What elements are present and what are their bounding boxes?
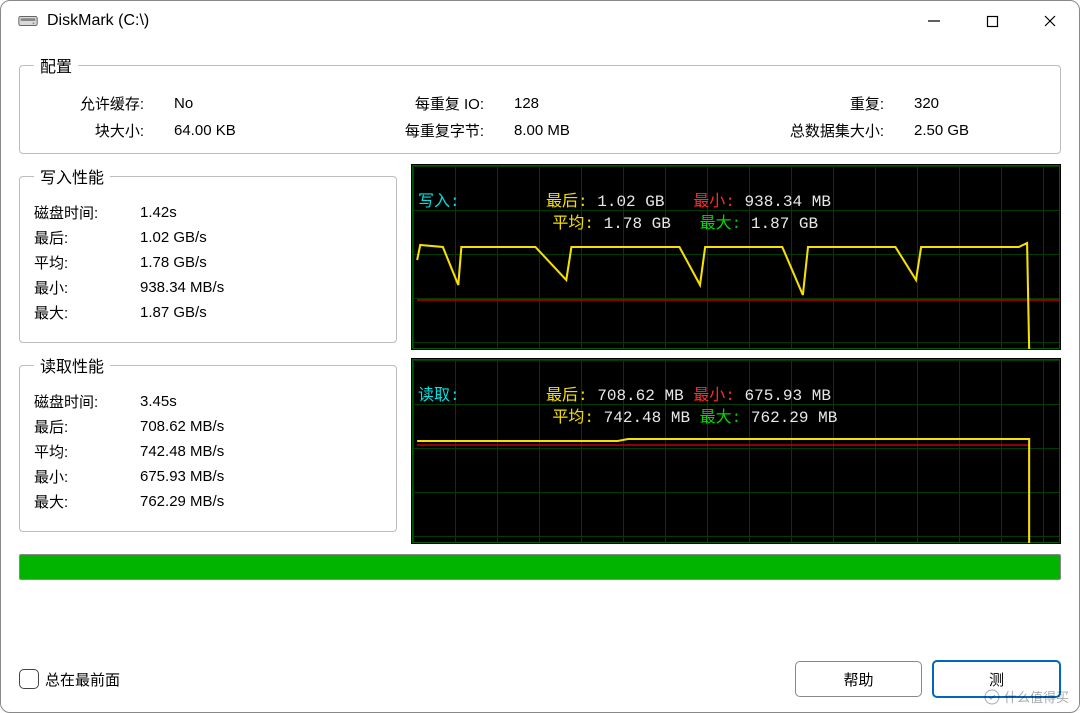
write-graph-max-l: 最大: (700, 213, 742, 235)
always-on-top-label[interactable]: 总在最前面 (45, 669, 120, 690)
io-label: 每重复 IO: (324, 93, 484, 114)
config-legend: 配置 (34, 53, 78, 77)
write-disktime-value: 1.42s (140, 204, 177, 221)
cache-value: No (174, 95, 324, 112)
write-graph-min-l: 最小: (693, 191, 735, 213)
progress-bar (19, 554, 1061, 580)
repeat-label: 重复: (664, 93, 884, 114)
dataset-value: 2.50 GB (914, 122, 1034, 139)
watermark: 什么值得买 (984, 687, 1069, 706)
write-disktime-label: 磁盘时间: (34, 202, 124, 223)
read-graph-min-v: 675.93 MB (745, 385, 831, 407)
minimize-button[interactable] (905, 1, 963, 41)
write-last-value: 1.02 GB/s (140, 229, 207, 246)
write-graph-avg-v: 1.78 GB (604, 213, 671, 235)
bytes-value: 8.00 MB (514, 122, 664, 139)
read-stats-group: 读取性能 磁盘时间: 3.45s 最后: 708.62 MB/s 平均: 742.48… (19, 353, 397, 532)
thumb-icon (984, 689, 1000, 705)
read-graph-max-v: 762.29 MB (751, 407, 837, 429)
read-disktime-label: 磁盘时间: (34, 391, 124, 412)
write-avg-value: 1.78 GB/s (140, 254, 207, 271)
block-label: 块大小: (34, 120, 144, 141)
write-avg-label: 平均: (34, 252, 124, 273)
read-min-label: 最小: (34, 466, 124, 487)
read-avg-value: 742.48 MB/s (140, 443, 224, 460)
write-graph-avg-l: 平均: (552, 213, 594, 235)
cache-label: 允许缓存: (34, 93, 144, 114)
always-on-top-checkbox[interactable] (19, 669, 39, 689)
write-graph-last-v: 1.02 GB (597, 191, 664, 213)
write-graph-max-v: 1.87 GB (751, 213, 818, 235)
read-graph: 读取: 最后: 708.62 MB 最小: 675.93 MB 平均: 742.… (411, 358, 1061, 544)
write-graph-name: 写入: (418, 191, 460, 213)
read-max-value: 762.29 MB/s (140, 493, 224, 510)
write-stats-group: 写入性能 磁盘时间: 1.42s 最后: 1.02 GB/s 平均: 1.78 GB/… (19, 164, 397, 343)
write-legend: 写入性能 (34, 164, 110, 188)
write-graph-last-l: 最后: (546, 191, 588, 213)
maximize-button[interactable] (963, 1, 1021, 41)
read-max-label: 最大: (34, 491, 124, 512)
bytes-label: 每重复字节: (324, 120, 484, 141)
titlebar[interactable]: DiskMark (C:\) (1, 1, 1079, 41)
io-value: 128 (514, 95, 664, 112)
read-avg-label: 平均: (34, 441, 124, 462)
read-graph-name: 读取: (418, 385, 460, 407)
read-graph-avg-l: 平均: (552, 407, 594, 429)
close-button[interactable] (1021, 1, 1079, 41)
write-graph-min-v: 938.34 MB (745, 191, 831, 213)
write-last-label: 最后: (34, 227, 124, 248)
read-graph-max-l: 最大: (700, 407, 742, 429)
config-group: 配置 允许缓存: No 每重复 IO: 128 重复: 320 块大小: 64.… (19, 53, 1061, 154)
dataset-label: 总数据集大小: (664, 120, 884, 141)
write-max-label: 最大: (34, 302, 124, 323)
help-button[interactable]: 帮助 (795, 661, 922, 697)
write-min-label: 最小: (34, 277, 124, 298)
read-graph-avg-v: 742.48 MB (604, 407, 690, 429)
read-legend: 读取性能 (34, 353, 110, 377)
disk-icon (17, 10, 39, 32)
write-max-value: 1.87 GB/s (140, 304, 207, 321)
block-value: 64.00 KB (174, 122, 324, 139)
read-last-label: 最后: (34, 416, 124, 437)
read-graph-min-l: 最小: (693, 385, 735, 407)
read-graph-last-v: 708.62 MB (597, 385, 683, 407)
write-min-value: 938.34 MB/s (140, 279, 224, 296)
read-disktime-value: 3.45s (140, 393, 177, 410)
window-title: DiskMark (C:\) (47, 12, 149, 30)
read-last-value: 708.62 MB/s (140, 418, 224, 435)
write-graph: 写入: 最后: 1.02 GB 最小: 938.34 MB 平均: 1.78 G… (411, 164, 1061, 350)
read-graph-last-l: 最后: (546, 385, 588, 407)
repeat-value: 320 (914, 95, 1034, 112)
app-window: DiskMark (C:\) 配置 允许缓存: No 每重复 IO: 128 重… (0, 0, 1080, 713)
read-min-value: 675.93 MB/s (140, 468, 224, 485)
